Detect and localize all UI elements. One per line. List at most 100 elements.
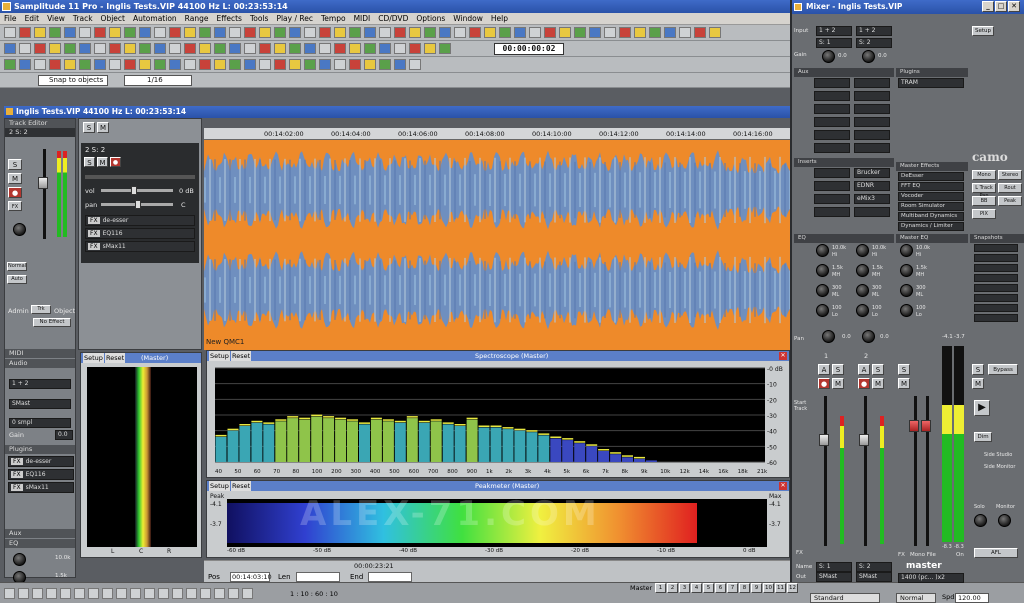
toolbar2-tool-icon-1[interactable]	[19, 43, 31, 54]
toolbar1-tool-icon-42[interactable]	[634, 27, 646, 38]
toolbar3-tool-icon-4[interactable]	[64, 59, 76, 70]
te-object-tab[interactable]: Object	[54, 307, 75, 315]
page-button-12[interactable]: 12	[787, 583, 798, 593]
side-button-2[interactable]: L Track Pan	[972, 183, 996, 199]
te-audio-section[interactable]: Audio	[5, 359, 75, 368]
bottom-tool-icon-17[interactable]	[242, 588, 253, 599]
te-output-field[interactable]: SMast	[9, 399, 71, 409]
page-button-2[interactable]: 2	[667, 583, 678, 593]
master-fader-r-cap[interactable]	[921, 420, 931, 432]
ch1-solo-button[interactable]: S	[832, 364, 844, 375]
toolbar2-tool-icon-5[interactable]	[79, 43, 91, 54]
master-effect-0[interactable]: DeEsser	[898, 172, 964, 181]
toolbar3-tool-icon-14[interactable]	[214, 59, 226, 70]
toolbar1-tool-icon-27[interactable]	[409, 27, 421, 38]
toolbar1-tool-icon-17[interactable]	[259, 27, 271, 38]
bottom-tool-icon-6[interactable]	[88, 588, 99, 599]
side-studio[interactable]: Side Studio	[984, 452, 1012, 458]
menu-view[interactable]: View	[43, 13, 69, 24]
ch2-aux-send-3[interactable]	[854, 117, 890, 127]
toolbar2-tool-icon-21[interactable]	[319, 43, 331, 54]
toolbar3-tool-icon-3[interactable]	[49, 59, 61, 70]
toolbar2-tool-icon-17[interactable]	[259, 43, 271, 54]
toolbar1-tool-icon-5[interactable]	[79, 27, 91, 38]
toolbar1-tool-icon-19[interactable]	[289, 27, 301, 38]
channel-eq-knob-1-1[interactable]	[856, 264, 869, 277]
page-button-8[interactable]: 8	[739, 583, 750, 593]
ch1-insert-2[interactable]	[814, 194, 850, 204]
toolbar1-tool-icon-24[interactable]	[364, 27, 376, 38]
side-mute-button[interactable]: M	[972, 378, 984, 389]
toolbar3-tool-icon-18[interactable]	[274, 59, 286, 70]
snapshot-slot-2[interactable]	[974, 264, 1018, 272]
toolbar1-tool-icon-31[interactable]	[469, 27, 481, 38]
toolbar1-tool-icon-25[interactable]	[379, 27, 391, 38]
master-out-field[interactable]: 1400 (pc... )x2	[898, 573, 964, 583]
page-button-1[interactable]: 1	[655, 583, 666, 593]
toolbar3-tool-icon-26[interactable]	[394, 59, 406, 70]
ch2-aux-send-4[interactable]	[854, 130, 890, 140]
snapshot-slot-6[interactable]	[974, 304, 1018, 312]
menu-automation[interactable]: Automation	[129, 13, 181, 24]
ch1-name-field[interactable]: S: 1	[816, 562, 852, 572]
toolbar3-tool-icon-0[interactable]	[4, 59, 16, 70]
peakmeter-reset[interactable]: Reset	[231, 481, 252, 491]
toolbar3-tool-icon-27[interactable]	[409, 59, 421, 70]
menu-tools[interactable]: Tools	[246, 13, 272, 24]
toolbar1-tool-icon-11[interactable]	[169, 27, 181, 38]
toolbar3-tool-icon-24[interactable]	[364, 59, 376, 70]
toolbar2-tool-icon-27[interactable]	[409, 43, 421, 54]
page-button-5[interactable]: 5	[703, 583, 714, 593]
toolbar1-tool-icon-15[interactable]	[229, 27, 241, 38]
toolbar1-tool-icon-36[interactable]	[544, 27, 556, 38]
toolbar1-tool-icon-23[interactable]	[349, 27, 361, 38]
toolbar1-tool-icon-6[interactable]	[94, 27, 106, 38]
toolbar3-tool-icon-2[interactable]	[34, 59, 46, 70]
ch1-name[interactable]: S: 1	[816, 38, 852, 48]
toolbar1-tool-icon-21[interactable]	[319, 27, 331, 38]
ch2-solo-button[interactable]: S	[872, 364, 884, 375]
ch2-name[interactable]: S: 2	[856, 38, 892, 48]
te-mute-button[interactable]: M	[8, 173, 22, 184]
toolbar1-tool-icon-47[interactable]	[709, 27, 721, 38]
bottom-tool-icon-13[interactable]	[186, 588, 197, 599]
toolbar2-tool-icon-8[interactable]	[124, 43, 136, 54]
ch2-pan-knob[interactable]	[862, 330, 875, 343]
menu-options[interactable]: Options	[412, 13, 449, 24]
toolbar3-tool-icon-1[interactable]	[19, 59, 31, 70]
toolbar3-tool-icon-13[interactable]	[199, 59, 211, 70]
toolbar2-tool-icon-4[interactable]	[64, 43, 76, 54]
ch1-aux-send-4[interactable]	[814, 130, 850, 140]
toolbar1-tool-icon-34[interactable]	[514, 27, 526, 38]
page-button-11[interactable]: 11	[775, 583, 786, 593]
side-button-0[interactable]: Mono	[972, 170, 996, 180]
toolbar3-tool-icon-12[interactable]	[184, 59, 196, 70]
object-label[interactable]: New QMC1	[206, 338, 244, 346]
ch2-name-field[interactable]: S: 2	[856, 562, 892, 572]
toolbar1-tool-icon-45[interactable]	[679, 27, 691, 38]
ch1-input[interactable]: 1 + 2	[816, 26, 852, 36]
ch2-gain-knob[interactable]	[862, 50, 875, 63]
toolbar3-tool-icon-25[interactable]	[379, 59, 391, 70]
toolbar2-tool-icon-22[interactable]	[334, 43, 346, 54]
page-button-10[interactable]: 10	[763, 583, 774, 593]
toolbar2-tool-icon-9[interactable]	[139, 43, 151, 54]
bottom-tool-icon-15[interactable]	[214, 588, 225, 599]
toolbar1-tool-icon-12[interactable]	[184, 27, 196, 38]
toolbar3-tool-icon-21[interactable]	[319, 59, 331, 70]
ch1-fader-cap[interactable]	[819, 434, 829, 446]
te-gain-value[interactable]: 0.0	[55, 430, 73, 440]
track-2-plugin-1[interactable]: FX EQ116	[85, 228, 195, 239]
ch1-aux-send-2[interactable]	[814, 104, 850, 114]
bottom-tool-icon-9[interactable]	[130, 588, 141, 599]
play-icon[interactable]: ▶	[974, 400, 990, 416]
master-effects-header[interactable]: Master Effects	[896, 162, 968, 171]
bottom-tool-icon-16[interactable]	[228, 588, 239, 599]
snapshot-slot-3[interactable]	[974, 274, 1018, 282]
toolbar2-tool-icon-26[interactable]	[394, 43, 406, 54]
te-volume-fader-cap[interactable]	[38, 177, 48, 189]
toolbar1-tool-icon-40[interactable]	[604, 27, 616, 38]
ch2-insert-3[interactable]	[854, 207, 890, 217]
toolbar1-tool-icon-4[interactable]	[64, 27, 76, 38]
toolbar1-tool-icon-37[interactable]	[559, 27, 571, 38]
